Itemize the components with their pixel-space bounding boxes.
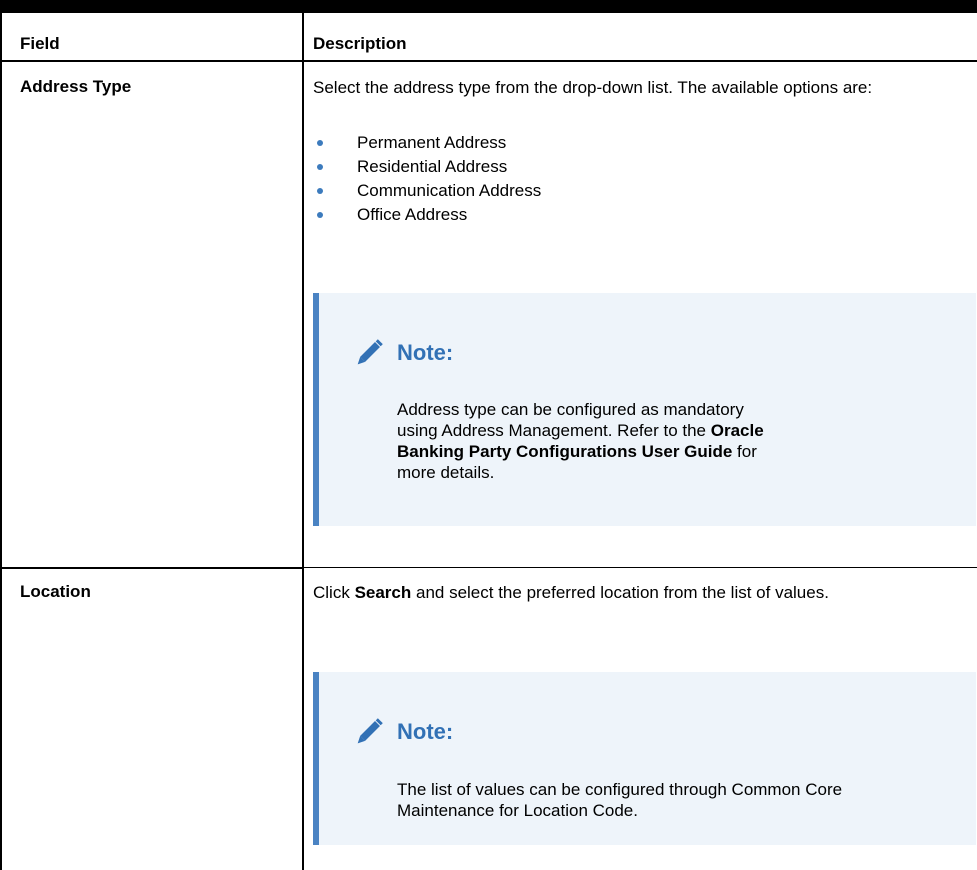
header-description: Description [313,34,407,53]
location-desc-after: and select the preferred location from t… [411,583,829,602]
option-label: Residential Address [357,157,508,176]
row-divider [0,567,304,569]
note-text: Address type can be configured as mandat… [397,399,777,483]
header-divider [0,60,977,62]
list-item: Office Address [313,203,541,227]
pencil-icon [351,335,387,371]
note-box: Note: The list of values can be configur… [313,672,976,845]
table-top-border [0,0,977,13]
list-item: Residential Address [313,155,541,179]
option-label: Communication Address [357,181,542,200]
option-label: Permanent Address [357,133,507,152]
note-title: Note: [397,719,454,744]
bullet-icon [317,164,323,170]
pencil-icon [351,714,387,750]
bullet-icon [317,188,323,194]
option-label: Office Address [357,205,468,224]
bullet-icon [317,212,323,218]
note-text-before: Address type can be configured as mandat… [397,400,744,440]
bullet-icon [317,140,323,146]
address-type-options: Permanent Address Residential Address Co… [313,131,541,227]
left-border [0,13,2,870]
note-title: Note: [397,340,454,365]
address-type-description: Select the address type from the drop-do… [313,78,873,97]
field-address-type: Address Type [20,77,132,96]
column-divider [302,13,304,870]
location-description: Click Search and select the preferred lo… [313,582,963,603]
note-box: Note: Address type can be configured as … [313,293,976,526]
row-divider-right [302,567,977,568]
location-desc-before: Click [313,583,355,602]
note-header: Note: [351,714,453,750]
list-item: Permanent Address [313,131,541,155]
search-label: Search [354,583,412,602]
header-field: Field [20,34,60,53]
list-item: Communication Address [313,179,541,203]
note-text: The list of values can be configured thr… [397,780,843,820]
note-header: Note: [351,335,453,371]
field-location: Location [20,582,91,601]
